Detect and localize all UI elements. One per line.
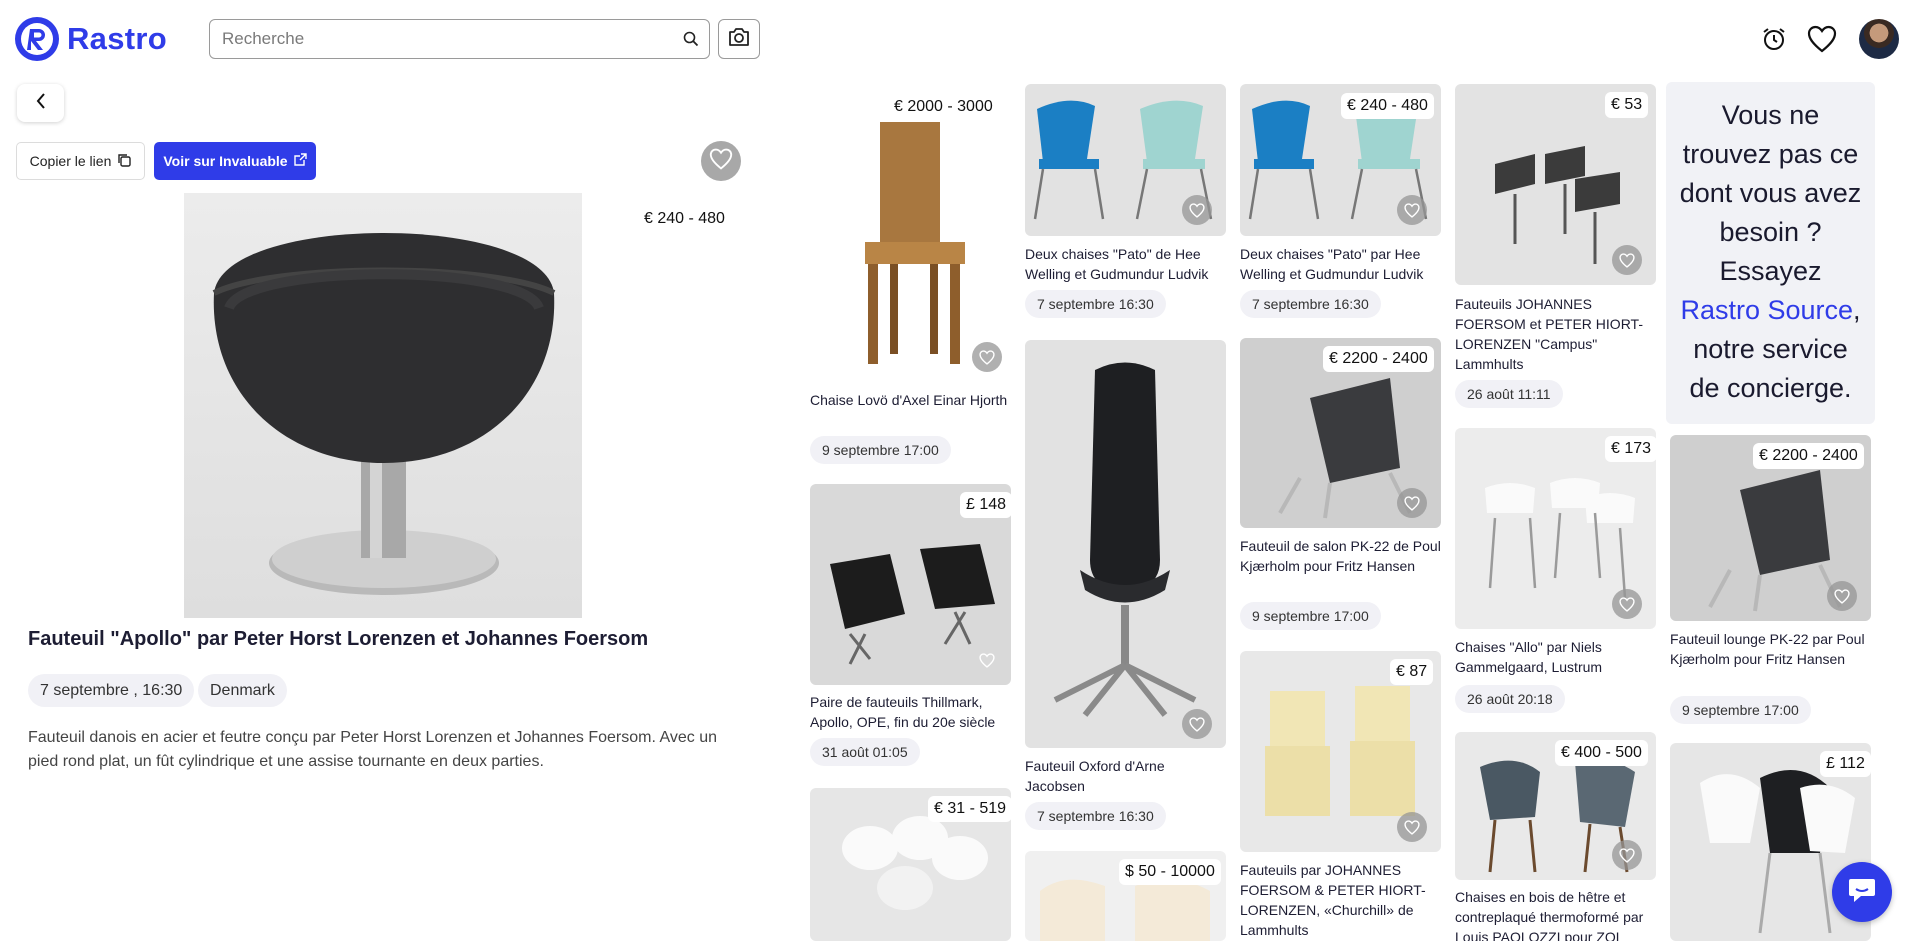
listing-price: $ 50 - 10000 bbox=[1119, 859, 1221, 885]
listing-date: 7 septembre 16:30 bbox=[1025, 290, 1166, 318]
listing-date: 9 septembre 17:00 bbox=[810, 436, 951, 464]
copy-icon bbox=[117, 153, 132, 170]
listing-price: € 173 bbox=[1605, 436, 1658, 462]
header: Rastro bbox=[0, 0, 1919, 78]
heart-icon[interactable] bbox=[1397, 812, 1427, 842]
heart-icon[interactable] bbox=[1397, 488, 1427, 518]
listing-title: Fauteuil de salon PK-22 de Poul Kjærholm… bbox=[1240, 538, 1441, 574]
listing-title: Deux chaises "Pato" de Hee Welling et Gu… bbox=[1025, 246, 1209, 282]
back-button[interactable] bbox=[17, 84, 64, 122]
rastro-source-link[interactable]: Rastro Source bbox=[1680, 295, 1853, 325]
listing-price: € 2200 - 2400 bbox=[1753, 443, 1864, 469]
listing-price: € 2000 - 3000 bbox=[888, 94, 999, 120]
product-description: Fauteuil danois en acier et feutre conçu… bbox=[28, 729, 717, 770]
listing-date: 9 septembre 17:00 bbox=[1240, 602, 1381, 630]
listing-date: 7 septembre 16:30 bbox=[1025, 802, 1166, 830]
heart-icon[interactable] bbox=[972, 645, 1002, 675]
camera-icon bbox=[728, 27, 750, 52]
search-bar bbox=[209, 19, 710, 59]
heart-icon[interactable] bbox=[1612, 840, 1642, 870]
view-on-invaluable-button[interactable]: Voir sur Invaluable bbox=[154, 142, 316, 180]
listing-price: £ 112 bbox=[1820, 751, 1871, 777]
listing-price: £ 148 bbox=[960, 492, 1013, 518]
product-title: Fauteuil "Apollo" par Peter Horst Lorenz… bbox=[28, 628, 649, 650]
image-search-button[interactable] bbox=[718, 19, 760, 59]
listing-title: Chaises en bois de hêtre et contreplaqué… bbox=[1455, 889, 1644, 941]
avatar[interactable] bbox=[1859, 19, 1899, 59]
listing-price: € 2200 - 2400 bbox=[1323, 346, 1434, 372]
chat-support-button[interactable] bbox=[1832, 862, 1892, 922]
external-link-icon bbox=[293, 153, 307, 169]
copy-link-button[interactable]: Copier le lien bbox=[16, 142, 145, 180]
listing-price: € 87 bbox=[1390, 659, 1434, 685]
view-on-invaluable-label: Voir sur Invaluable bbox=[163, 153, 288, 169]
listing-image bbox=[810, 82, 1011, 382]
listing-date: 26 août 11:11 bbox=[1455, 380, 1563, 408]
heart-icon[interactable] bbox=[1397, 195, 1427, 225]
copy-link-label: Copier le lien bbox=[29, 153, 112, 169]
listing-title: Chaise Lovö d'Axel Einar Hjorth bbox=[810, 392, 1008, 408]
listing-title: Deux chaises "Pato" par Hee Welling et G… bbox=[1240, 246, 1424, 282]
heart-icon[interactable] bbox=[1182, 195, 1212, 225]
heart-icon[interactable] bbox=[1612, 589, 1642, 619]
location-chip: Denmark bbox=[198, 674, 287, 707]
chevron-left-icon bbox=[35, 92, 47, 114]
listing-title: Fauteuils par JOHANNES FOERSOM & PETER H… bbox=[1240, 862, 1426, 938]
auction-date-chip: 7 septembre , 16:30 bbox=[28, 674, 195, 707]
heart-icon[interactable] bbox=[1612, 245, 1642, 275]
rastro-logo[interactable]: Rastro bbox=[15, 17, 167, 61]
listing-price: € 53 bbox=[1605, 92, 1649, 118]
listing-title: Fauteuil lounge PK-22 par Poul Kjærholm … bbox=[1670, 631, 1865, 667]
listing-title: Paire de fauteuils Thillmark, Apollo, OP… bbox=[810, 694, 996, 730]
favorite-button[interactable] bbox=[701, 141, 741, 181]
listing-date: 9 septembre 17:00 bbox=[1670, 696, 1811, 724]
listing-price: € 240 - 480 bbox=[1341, 93, 1434, 119]
listing-price: € 31 - 519 bbox=[928, 796, 1013, 822]
listing-title: Chaises "Allo" par Niels Gammelgaard, Lu… bbox=[1455, 639, 1603, 675]
search-input[interactable] bbox=[222, 21, 673, 57]
heart-icon[interactable] bbox=[972, 342, 1002, 372]
brand-name: Rastro bbox=[67, 21, 167, 56]
favorites-heart-icon[interactable] bbox=[1805, 22, 1839, 56]
listing-title: Fauteuil Oxford d'Arne Jacobsen bbox=[1025, 758, 1165, 794]
product-price: € 240 - 480 bbox=[634, 205, 735, 233]
heart-icon[interactable] bbox=[1827, 581, 1857, 611]
listing-title: Fauteuils JOHANNES FOERSOM et PETER HIOR… bbox=[1455, 296, 1643, 372]
heart-icon[interactable] bbox=[1182, 709, 1212, 739]
listing-date: 7 septembre 16:30 bbox=[1240, 290, 1381, 318]
search-icon[interactable] bbox=[673, 21, 709, 57]
listing-date: 31 août 01:05 bbox=[810, 738, 920, 766]
chat-bubble-icon bbox=[1847, 876, 1877, 909]
product-image bbox=[184, 193, 582, 618]
listing-price: € 400 - 500 bbox=[1555, 740, 1648, 766]
concierge-promo: Vous ne trouvez pas ce dont vous avez be… bbox=[1666, 82, 1875, 424]
promo-text: Vous ne trouvez pas ce dont vous avez be… bbox=[1679, 100, 1862, 286]
alarm-clock-icon[interactable] bbox=[1757, 22, 1791, 56]
rastro-logo-icon bbox=[15, 17, 59, 61]
listing-image bbox=[1025, 340, 1226, 748]
listing-date: 26 août 20:18 bbox=[1455, 685, 1565, 713]
heart-icon bbox=[709, 148, 733, 175]
